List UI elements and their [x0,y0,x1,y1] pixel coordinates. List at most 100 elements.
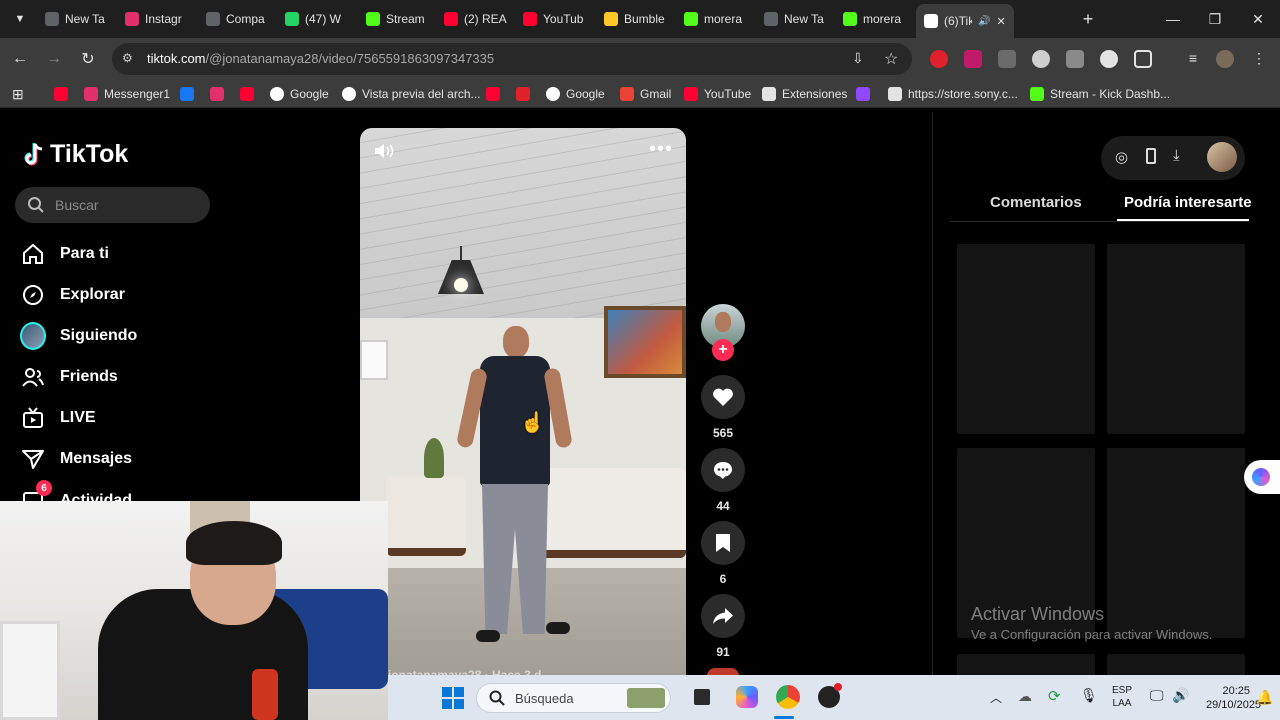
home-icon [20,241,46,267]
network-icon[interactable]: 🖵 [1150,687,1164,704]
close-tab-icon[interactable]: ✕ [996,15,1005,28]
video-player[interactable]: ☝ ••• jonatanamaya28 · Hace 3 d [360,128,686,688]
microphone-icon[interactable]: 🎙 [1080,687,1098,704]
bookmark-item[interactable]: YouTube [684,86,751,102]
extensions-puzzle-icon[interactable] [1134,50,1152,68]
follow-plus-button[interactable]: + [712,339,734,361]
bookmark-label: Google [566,87,605,101]
extension-red-icon[interactable] [930,50,948,68]
compass-small-icon[interactable]: ◎ [1115,148,1128,166]
browser-tab[interactable]: (47) W [285,6,341,32]
forward-button[interactable]: → [42,47,66,71]
bookmark-item[interactable] [180,86,194,102]
extension-gear-icon[interactable] [1100,50,1118,68]
browser-tab[interactable]: (2) REA [444,6,507,32]
nav-item-mensajes[interactable]: Mensajes [20,444,132,474]
bookmark-item[interactable]: Google [270,86,329,102]
notification-bell-icon[interactable]: 🔔 [1256,689,1273,706]
windows-start-icon[interactable] [442,687,464,709]
site-info-icon[interactable]: ⚙ [122,51,133,65]
side-assistant-tab[interactable] [1244,460,1280,494]
share-count: 91 [716,645,730,659]
bookmark-item[interactable] [210,86,224,102]
tiktok-logo[interactable]: TikTok [22,140,128,169]
volume-tray-icon[interactable]: 🔊 [1172,687,1189,704]
bookmark-label: Vista previa del arch... [362,87,481,101]
bookmark-item[interactable]: https://store.sony.c... [888,86,1018,102]
youtube-icon [444,12,458,26]
install-app-icon[interactable]: ⇩ [852,50,864,67]
nav-item-explorar[interactable]: Explorar [20,280,125,310]
copilot-icon[interactable] [736,686,758,708]
bookmark-item[interactable] [856,86,870,102]
bookmark-item[interactable]: Stream - Kick Dashb... [1030,86,1170,102]
browser-tab[interactable]: morera [843,6,901,32]
restore-button[interactable]: ❐ [1194,0,1236,38]
share-button[interactable] [701,594,745,638]
tab-podria-interesarte[interactable]: Podría interesarte [1124,194,1252,211]
bookmark-item[interactable]: Gmail [620,86,671,102]
browser-tab[interactable]: morera [684,6,742,32]
browser-tab[interactable]: New Ta [45,6,105,32]
chrome-menu-icon[interactable]: ⋮ [1250,50,1268,68]
bookmark-item[interactable] [240,86,254,102]
bookmark-item[interactable]: Messenger1 [84,86,170,102]
extension-toggle-icon[interactable] [1032,50,1050,68]
apps-grid-icon[interactable]: ⊞ [12,86,24,103]
media-control-icon[interactable]: ≡ [1184,50,1202,68]
like-button[interactable] [701,375,745,419]
browser-tab[interactable]: Stream [366,6,425,32]
browser-tab[interactable]: Bumble [604,6,665,32]
show-hidden-icons-chevron[interactable]: ︿ [990,689,1002,706]
extension-shield-icon[interactable] [964,50,982,68]
comment-button[interactable] [701,448,745,492]
bookmark-star-icon[interactable]: ☆ [884,49,898,69]
bookmark-item[interactable] [486,86,500,102]
suggested-video-thumb[interactable] [1107,244,1245,434]
close-window-button[interactable]: ✕ [1237,0,1279,38]
browser-tab[interactable]: Instagr [125,6,182,32]
search-input[interactable] [55,197,195,213]
suggested-video-thumb[interactable] [1107,448,1245,638]
volume-icon[interactable] [372,140,396,162]
extension-grid-icon[interactable] [998,50,1016,68]
taskbar-search[interactable]: Búsqueda [476,683,671,713]
task-view-icon[interactable] [694,689,710,705]
save-button[interactable] [701,521,745,565]
browser-tab[interactable]: (6)TikT 🔊 ✕ [916,4,1014,38]
browser-tab[interactable]: New Ta [764,6,824,32]
minimize-button[interactable]: — [1152,0,1194,38]
tab-comentarios[interactable]: Comentarios [990,194,1082,211]
bookmark-item[interactable]: Vista previa del arch... [342,86,481,102]
nav-item-para-ti[interactable]: Para ti [20,239,109,269]
back-button[interactable]: ← [8,47,32,71]
bookmark-item[interactable]: Google [546,86,605,102]
phone-icon[interactable] [1146,148,1156,164]
onedrive-cloud-icon[interactable]: ☁ [1018,688,1032,705]
nav-item-friends[interactable]: Friends [20,362,118,392]
address-bar[interactable]: ⚙ tiktok.com/@jonatanamaya28/video/75655… [112,43,912,75]
tab-audio-icon[interactable]: 🔊 [978,16,990,27]
clock[interactable]: 20:25 29/10/2025 [1206,684,1261,712]
more-options-icon[interactable]: ••• [649,138,673,161]
nav-label: Siguiendo [60,327,138,344]
bookmark-item[interactable]: Extensiones [762,86,847,102]
browser-tab[interactable]: YouTub [523,6,583,32]
tab-search-icon[interactable]: ▼ [10,9,30,29]
profile-avatar[interactable] [1216,50,1234,68]
extension-off-icon[interactable] [1066,50,1084,68]
sync-icon[interactable]: ⟳ [1048,687,1061,705]
user-avatar[interactable] [1207,142,1237,172]
new-tab-button[interactable]: + [1078,9,1098,29]
nav-item-siguiendo[interactable]: Siguiendo [20,321,137,351]
search-box[interactable] [15,187,210,223]
bookmark-item[interactable] [516,86,530,102]
bookmark-item[interactable] [54,86,68,102]
suggested-video-thumb[interactable] [957,244,1095,434]
nav-item-live[interactable]: LIVE [20,403,96,433]
chrome-taskbar-icon[interactable] [776,685,800,709]
reload-button[interactable]: ↻ [76,47,100,71]
browser-tab[interactable]: Compa [206,6,265,32]
download-icon[interactable]: ⤓ [1173,147,1180,164]
language-indicator[interactable]: ESP LAA [1112,684,1132,710]
